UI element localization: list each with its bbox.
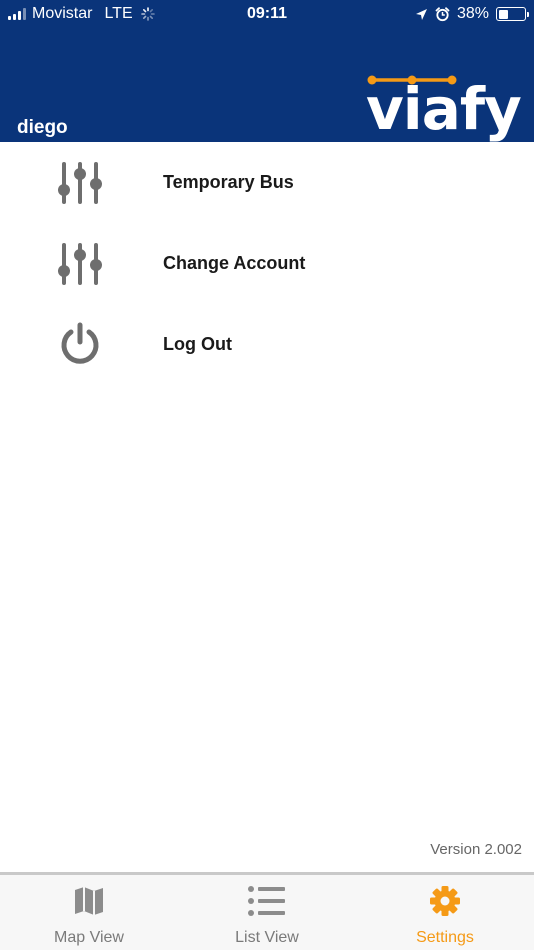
tab-label: List View	[235, 929, 299, 946]
menu-item-log-out[interactable]: Log Out	[0, 304, 534, 385]
settings-menu: Temporary Bus Change Account Log Out	[0, 142, 534, 385]
menu-item-label: Change Account	[163, 253, 306, 273]
sliders-icon	[58, 161, 102, 204]
status-bar: Movistar LTE 09:11 38%	[0, 0, 534, 28]
tab-list-view[interactable]: List View	[178, 875, 356, 950]
battery-icon	[496, 7, 529, 21]
menu-item-label: Log Out	[163, 334, 232, 354]
app-version: Version 2.002	[430, 841, 522, 858]
location-arrow-icon	[415, 8, 427, 20]
logo-text: viafy	[366, 75, 522, 143]
tab-map-view[interactable]: Map View	[0, 875, 178, 950]
sliders-icon	[58, 242, 102, 285]
battery-level-fill	[498, 9, 508, 19]
power-icon	[61, 322, 99, 364]
tab-bar: Map View List View Settings	[0, 872, 534, 950]
gear-icon	[430, 886, 460, 916]
map-icon	[75, 887, 103, 915]
status-right: 38%	[415, 5, 529, 23]
alarm-clock-icon	[435, 6, 450, 21]
tab-label: Settings	[416, 929, 474, 946]
tab-label: Map View	[54, 929, 124, 946]
menu-item-label: Temporary Bus	[163, 172, 294, 192]
menu-item-change-account[interactable]: Change Account	[0, 223, 534, 304]
list-icon	[248, 886, 285, 916]
username: diego	[17, 117, 68, 138]
viafy-logo: viafy	[366, 66, 522, 138]
tab-settings[interactable]: Settings	[356, 875, 534, 950]
app-header: Movistar LTE 09:11 38% diego viafy	[0, 0, 534, 142]
battery-percentage: 38%	[456, 5, 489, 22]
menu-item-temporary-bus[interactable]: Temporary Bus	[0, 142, 534, 223]
